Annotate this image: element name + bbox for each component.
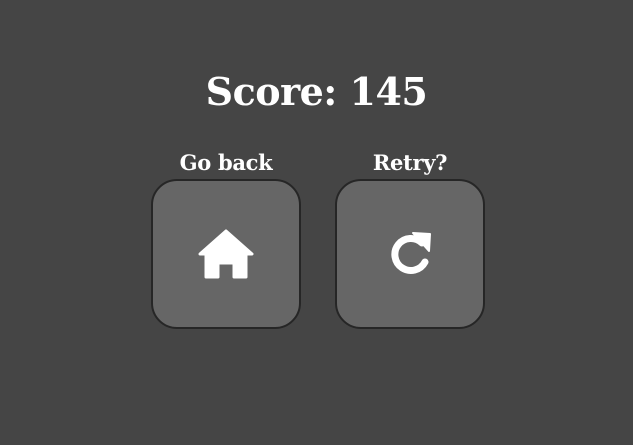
go-back-option: Go back: [148, 148, 304, 329]
go-back-button[interactable]: [151, 179, 301, 329]
game-over-options: Go back Retry?: [0, 148, 633, 338]
retry-button[interactable]: [335, 179, 485, 329]
retry-option: Retry?: [332, 148, 488, 329]
home-icon: [198, 229, 254, 279]
score-display: Score: 145: [205, 69, 428, 114]
retry-label: Retry?: [372, 150, 448, 175]
game-over-screen: Score: 145 Go back Retry?: [0, 0, 633, 445]
go-back-label: Go back: [179, 150, 273, 175]
retry-icon: [391, 232, 431, 274]
